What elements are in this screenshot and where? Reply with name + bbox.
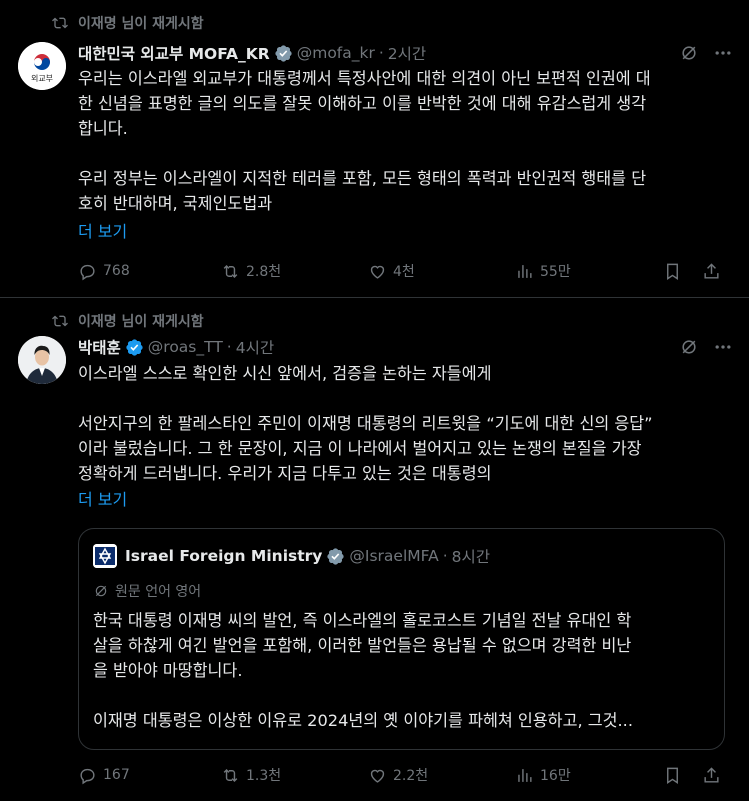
timestamp[interactable]: 4시간 bbox=[236, 336, 274, 358]
bookmark-icon bbox=[667, 767, 678, 784]
repost-icon bbox=[52, 315, 68, 327]
header-actions bbox=[679, 43, 733, 63]
repost-button[interactable]: 1.3천 bbox=[221, 765, 368, 785]
repost-icon bbox=[223, 264, 238, 278]
verified-gray-icon bbox=[327, 547, 345, 565]
svg-text:외교부: 외교부 bbox=[31, 73, 53, 83]
quote-text: 한국 대통령 이재명 씨의 발언, 즉 이스라엘의 홀로코스트 기념일 전날 유… bbox=[93, 611, 633, 730]
repost-button[interactable]: 2.8천 bbox=[221, 261, 368, 281]
show-more-link[interactable]: 더 보기 bbox=[78, 218, 127, 242]
bookmark-icon bbox=[667, 263, 678, 280]
grok-icon[interactable] bbox=[679, 337, 699, 357]
translation-label[interactable]: 원문 언어 영어 bbox=[115, 581, 201, 601]
timestamp[interactable]: 2시간 bbox=[388, 42, 426, 64]
like-button[interactable]: 4천 bbox=[368, 261, 515, 281]
tweet-mofa[interactable]: 이재명 님이 재게시함 외교부 대한민국 외교부 MOFA_KR @mofa_k… bbox=[0, 0, 749, 298]
repost-count: 2.8천 bbox=[246, 264, 282, 280]
repost-indicator: 이재명 님이 재게시함 bbox=[52, 311, 204, 331]
views-icon bbox=[518, 264, 532, 278]
bookmark-button[interactable] bbox=[663, 262, 702, 281]
verified-gray-icon bbox=[275, 44, 292, 62]
share-icon bbox=[704, 766, 719, 783]
profile-photo-icon bbox=[18, 336, 66, 384]
header-actions bbox=[679, 337, 733, 357]
more-icon[interactable] bbox=[713, 337, 733, 357]
reply-icon bbox=[80, 264, 95, 280]
grok-icon[interactable] bbox=[679, 43, 699, 63]
more-icon[interactable] bbox=[713, 43, 733, 63]
heart-icon bbox=[370, 265, 385, 279]
translation-indicator: 원문 언어 영어 bbox=[93, 581, 201, 601]
quote-timestamp[interactable]: 8시간 bbox=[452, 545, 490, 567]
reply-count: 768 bbox=[103, 263, 130, 279]
repost-icon bbox=[52, 17, 68, 29]
avatar[interactable] bbox=[18, 336, 66, 384]
repost-icon bbox=[223, 768, 238, 782]
quote-display-name[interactable]: Israel Foreign Ministry bbox=[125, 547, 322, 565]
tweet-header: 대한민국 외교부 MOFA_KR @mofa_kr · 2시간 bbox=[78, 42, 733, 64]
israel-mfa-logo-icon[interactable] bbox=[93, 544, 117, 568]
display-name[interactable]: 박태훈 bbox=[78, 336, 121, 358]
share-button[interactable] bbox=[702, 262, 721, 281]
translate-icon bbox=[95, 585, 107, 597]
show-more-link[interactable]: 더 보기 bbox=[78, 486, 127, 510]
mofa-logo-icon: 외교부 bbox=[18, 42, 66, 90]
view-count: 16만 bbox=[540, 768, 571, 784]
tweet-text: 우리는 이스라엘 외교부가 대통령께서 특정사안에 대한 의견이 아닌 보편적 … bbox=[78, 69, 651, 213]
handle[interactable]: @mofa_kr bbox=[297, 44, 375, 62]
views-button[interactable]: 55만 bbox=[515, 261, 663, 281]
like-count: 2.2천 bbox=[393, 768, 429, 784]
display-name[interactable]: 대한민국 외교부 MOFA_KR bbox=[78, 42, 270, 64]
views-icon bbox=[518, 768, 532, 782]
reply-button[interactable]: 768 bbox=[78, 262, 221, 281]
separator-dot: · bbox=[226, 338, 232, 356]
repost-count: 1.3천 bbox=[246, 768, 282, 784]
reply-button[interactable]: 167 bbox=[78, 766, 221, 785]
repost-label[interactable]: 이재명 님이 재게시함 bbox=[78, 13, 204, 33]
heart-icon bbox=[370, 769, 385, 783]
handle[interactable]: @roas_TT bbox=[148, 338, 223, 356]
like-button[interactable]: 2.2천 bbox=[368, 765, 515, 785]
tweet-actions: 167 1.3천 2.2천 16만 bbox=[78, 764, 733, 786]
views-button[interactable]: 16만 bbox=[515, 765, 663, 785]
tweet-text: 이스라엘 스스로 확인한 시신 앞에서, 검증을 논하는 자들에게 서안지구의 … bbox=[78, 364, 653, 483]
repost-label[interactable]: 이재명 님이 재게시함 bbox=[78, 311, 204, 331]
share-icon bbox=[704, 262, 719, 279]
avatar[interactable]: 외교부 bbox=[18, 42, 66, 90]
bookmark-button[interactable] bbox=[663, 766, 702, 785]
separator-dot: · bbox=[442, 547, 448, 565]
reply-count: 167 bbox=[103, 767, 130, 783]
verified-blue-icon bbox=[126, 338, 143, 356]
view-count: 55만 bbox=[540, 264, 571, 280]
tweet-header: 박태훈 @roas_TT · 4시간 bbox=[78, 336, 733, 358]
reply-icon bbox=[80, 768, 95, 784]
share-button[interactable] bbox=[702, 766, 721, 785]
tweet-actions: 768 2.8천 4천 55만 bbox=[78, 260, 733, 282]
separator-dot: · bbox=[378, 44, 384, 62]
quoted-tweet[interactable]: Israel Foreign Ministry @IsraelMFA · 8시간… bbox=[78, 528, 725, 750]
repost-indicator: 이재명 님이 재게시함 bbox=[52, 13, 204, 33]
like-count: 4천 bbox=[393, 264, 415, 280]
quote-handle[interactable]: @IsraelMFA bbox=[349, 547, 438, 565]
quote-header: Israel Foreign Ministry @IsraelMFA · 8시간 bbox=[93, 544, 490, 568]
